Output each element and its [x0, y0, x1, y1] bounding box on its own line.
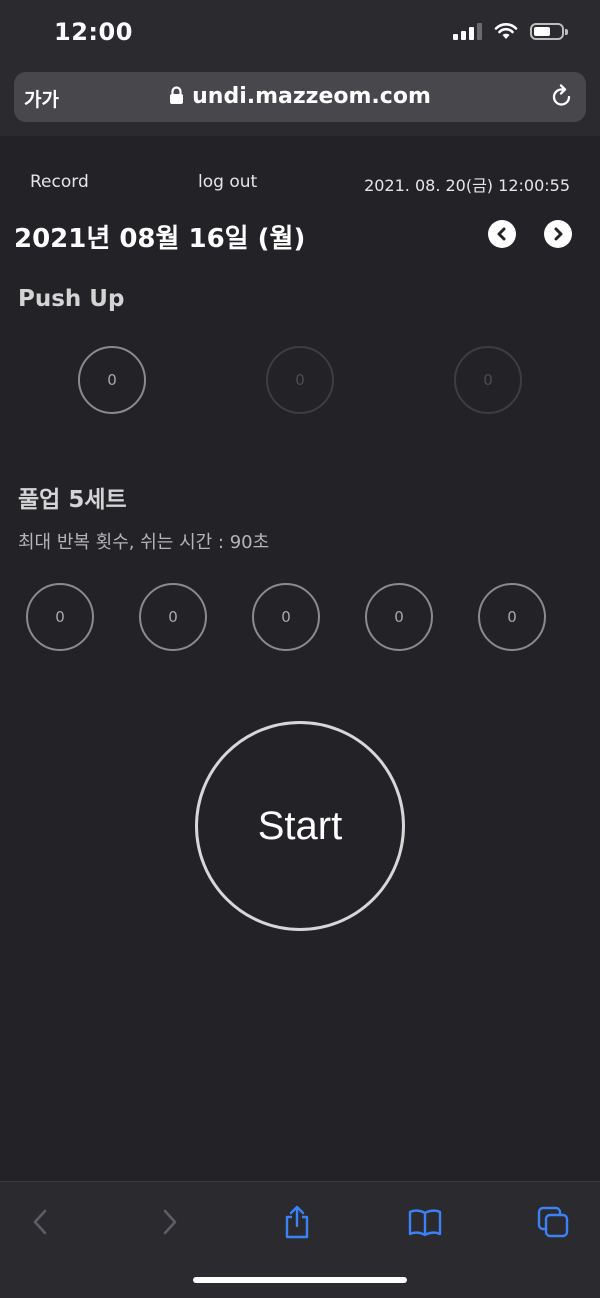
share-icon [285, 1205, 309, 1239]
browser-address-area: 가가 undi.mazzeom.com [0, 66, 600, 136]
prev-day-button[interactable] [488, 220, 516, 248]
set-counter[interactable]: 0 [252, 583, 320, 651]
tabs-icon [537, 1206, 569, 1238]
set-counter[interactable]: 0 [365, 583, 433, 651]
home-indicator [193, 1277, 407, 1283]
start-button[interactable]: Start [195, 721, 405, 931]
forward-icon [163, 1209, 177, 1235]
bookmarks-button[interactable] [405, 1202, 445, 1242]
url-text: undi.mazzeom.com [192, 84, 431, 109]
status-bar: 12:00 [0, 0, 600, 66]
next-day-icon [554, 227, 563, 241]
status-time: 12:00 [54, 18, 133, 46]
reload-icon[interactable] [550, 84, 574, 110]
cellular-signal-icon [453, 22, 482, 40]
wifi-icon [494, 23, 518, 39]
prev-day-icon [497, 227, 506, 241]
set-counter[interactable]: 0 [454, 346, 522, 414]
back-button[interactable] [20, 1202, 60, 1242]
status-icons [453, 22, 568, 40]
set-counter[interactable]: 0 [266, 346, 334, 414]
set-counter[interactable]: 0 [478, 583, 546, 651]
lock-icon [170, 86, 184, 104]
address-bar[interactable]: 가가 undi.mazzeom.com [14, 72, 586, 122]
exercise-description: 최대 반복 횟수, 쉬는 시간 : 90초 [18, 532, 270, 553]
set-counter[interactable]: 0 [26, 583, 94, 651]
set-counter[interactable]: 0 [139, 583, 207, 651]
set-counter[interactable]: 0 [78, 346, 146, 414]
tabs-button[interactable] [533, 1202, 573, 1242]
url-display[interactable]: undi.mazzeom.com [14, 84, 586, 109]
exercise-title: 풀업 5세트 [18, 487, 127, 513]
selected-date: 2021년 08월 16일 (월) [14, 224, 306, 254]
exercise-title: Push Up [18, 286, 125, 312]
current-datetime: 2021. 08. 20(금) 12:00:55 [364, 176, 570, 195]
record-link[interactable]: Record [30, 172, 89, 192]
back-icon [33, 1209, 47, 1235]
battery-icon [530, 22, 568, 40]
bookmarks-icon [408, 1209, 442, 1237]
logout-link[interactable]: log out [198, 172, 257, 192]
forward-button[interactable] [150, 1202, 190, 1242]
next-day-button[interactable] [544, 220, 572, 248]
share-button[interactable] [277, 1202, 317, 1242]
